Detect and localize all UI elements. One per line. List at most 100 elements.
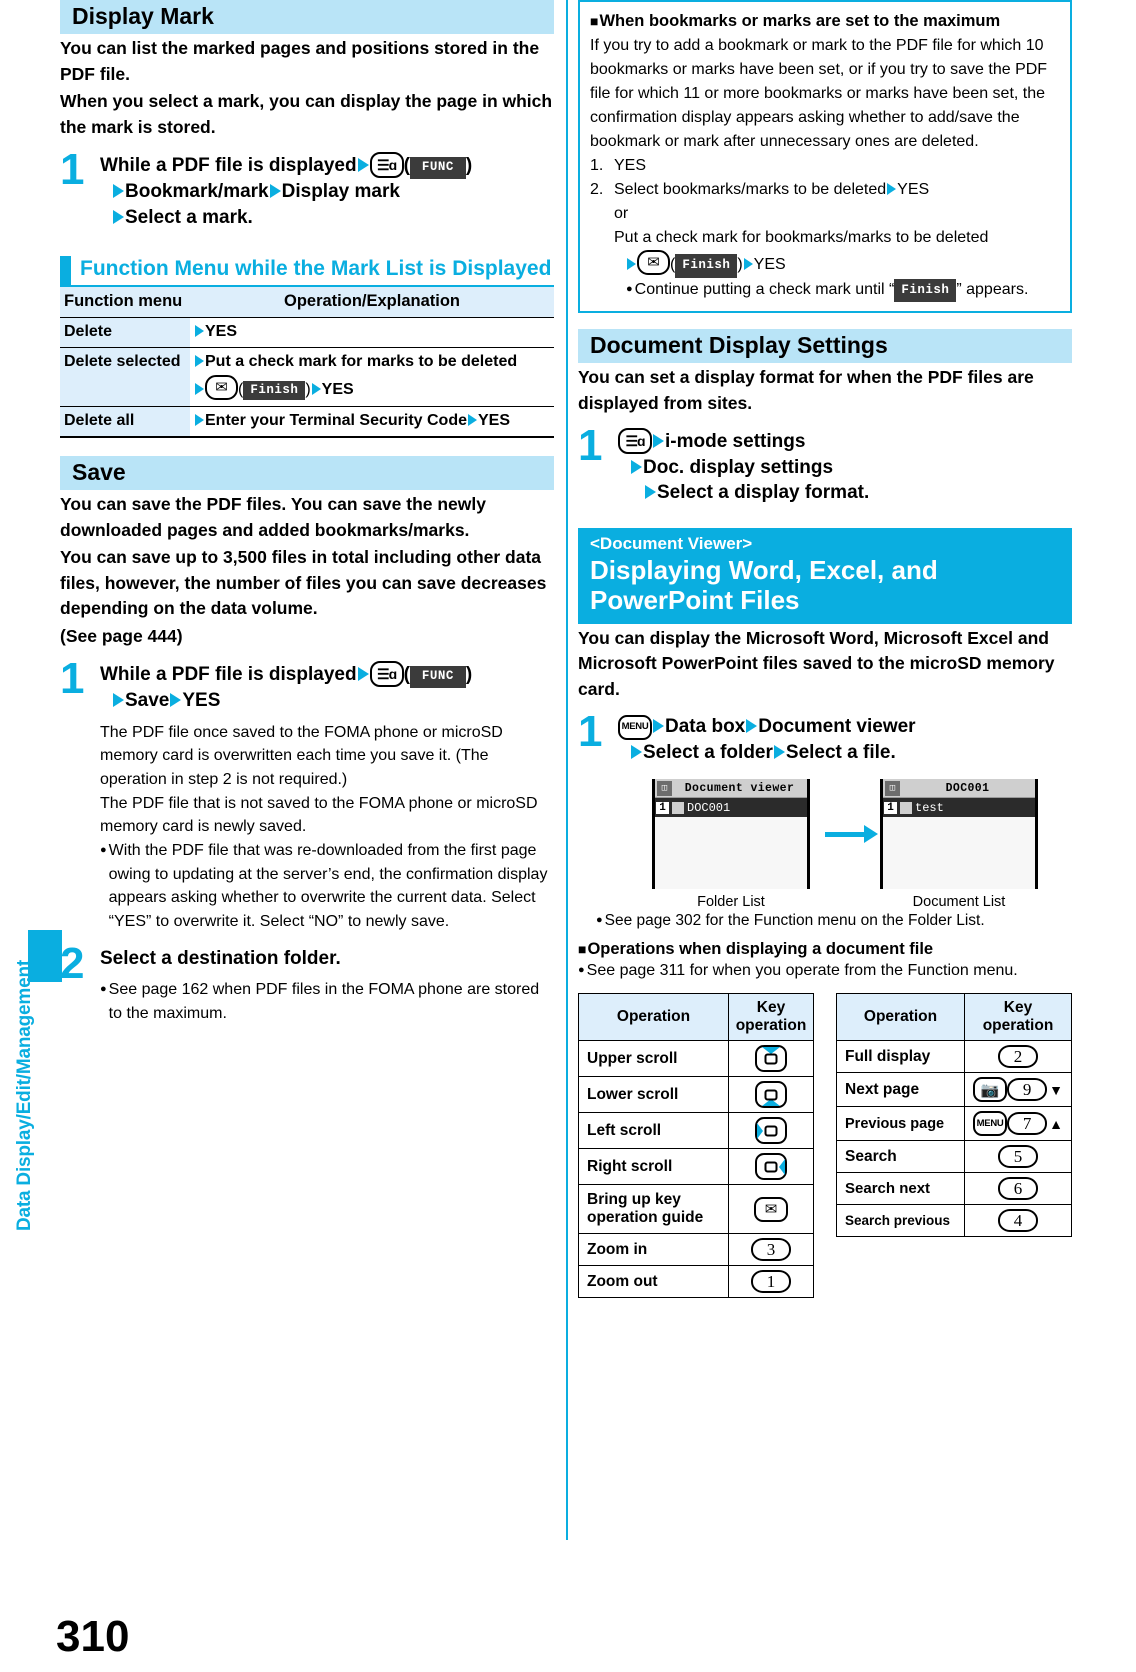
softkey-finish-label: Finish	[675, 253, 738, 278]
step-number: 1	[578, 421, 603, 471]
screen-body: ◫ Document viewer 1 DOC001	[652, 779, 810, 890]
step-lead-text: While a PDF file is displayed	[100, 155, 357, 177]
numeric-key-5-icon: 5	[998, 1145, 1038, 1169]
table-row: Delete all Enter your Terminal Security …	[60, 406, 554, 438]
heading-function-menu-text: Function Menu while the Mark List is Dis…	[80, 256, 552, 280]
down-triangle-icon: ▼	[1049, 1081, 1063, 1098]
list-item-index: 1	[656, 801, 669, 814]
step-option-select-folder: Select a folder	[643, 741, 773, 763]
list-item: 1 DOC001	[655, 798, 807, 818]
screen-title: Document viewer	[684, 781, 795, 795]
save-note-3: With the PDF file that was re-downloaded…	[108, 841, 548, 930]
i-mode-func-key-icon: ☰ɑ	[369, 152, 404, 179]
numeric-key-2-icon: 2	[998, 1045, 1038, 1069]
step-number: 1	[578, 707, 603, 757]
arrow-icon	[887, 182, 897, 195]
cell-key-zoom-in: 3	[728, 1233, 814, 1267]
save-step-2-note: See page 162 when PDF files in the FOMA …	[108, 981, 540, 1022]
callout-or: or	[614, 204, 629, 222]
step-option-select-file: Select a file.	[785, 741, 896, 763]
callout-title-text: When bookmarks or marks are set to the m…	[599, 12, 1001, 30]
list-item-main: Select bookmarks/marks to be deleted	[614, 180, 887, 198]
screen-title-bar: ◫ Document viewer	[655, 779, 807, 799]
arrow-icon	[357, 158, 369, 173]
folder-icon: ◫	[885, 780, 900, 796]
arrow-icon	[195, 413, 204, 426]
camera-key-icon: 📷	[973, 1077, 1008, 1103]
col-header-operation: Operation/Explanation	[190, 286, 554, 318]
heading-title: Displaying Word, Excel, and PowerPoint F…	[590, 554, 938, 615]
arrow-icon	[653, 434, 664, 449]
arrow-icon	[113, 209, 124, 224]
cell-search-next: Search next	[836, 1172, 965, 1206]
callout-alt-text: Put a check mark for bookmarks/marks to …	[614, 228, 989, 246]
callout-body: If you try to add a bookmark or mark to …	[590, 36, 1048, 150]
list-item-number: 2.	[590, 180, 604, 198]
screen-document-list: ◫ DOC001 1 test Document List	[880, 779, 1038, 910]
list-item-label: test	[915, 800, 944, 815]
function-menu-table: Function menu Operation/Explanation Dele…	[60, 286, 554, 438]
cell-key-next-page: 📷 9 ▼	[964, 1072, 1072, 1108]
col-header-function-menu: Function menu	[60, 286, 190, 318]
arrow-icon	[113, 184, 124, 199]
manual-page: Data Display/Edit/Management 310 Display…	[0, 0, 1136, 1672]
see-page-311-note: See page 311 for when you operate from t…	[578, 959, 1072, 983]
i-mode-func-key-icon: ☰ɑ	[618, 428, 652, 455]
bullet-icon	[596, 912, 605, 930]
folder-icon: ◫	[657, 780, 672, 796]
step-option-doc-display-settings: Doc. display settings	[643, 456, 834, 478]
table-header-row: Function menu Operation/Explanation	[60, 286, 554, 318]
arrow-icon	[311, 382, 321, 395]
cell-key-left-scroll	[728, 1112, 814, 1150]
save-step-1-notes: The PDF file once saved to the FOMA phon…	[100, 721, 554, 934]
step-option-i-mode-settings: i-mode settings	[665, 431, 806, 453]
display-mark-intro-2: When you select a mark, you can display …	[60, 91, 553, 137]
col-header-key-operation: Key operation	[728, 993, 814, 1042]
heading-function-menu: Function Menu while the Mark List is Dis…	[60, 255, 554, 287]
up-triangle-icon: ▲	[1049, 1115, 1063, 1132]
doc-display-settings-step-1: 1 ☰ɑ i-mode settings Doc. display setting…	[578, 421, 1072, 505]
softkey-func-label: FUNC	[409, 666, 466, 689]
cell-next-page: Next page	[836, 1072, 965, 1108]
cell-key-operation-guide: Bring up key operation guide	[578, 1184, 729, 1235]
operation-table-left: Operation Key operation Upper scroll Low…	[578, 993, 814, 1299]
cell-lower-scroll: Lower scroll	[578, 1076, 729, 1114]
subheading-operations-text: Operations when displaying a document fi…	[587, 940, 934, 959]
mail-key-icon: ✉	[637, 249, 670, 275]
step-option-select-display-format: Select a display format.	[657, 482, 870, 504]
heading-document-viewer: <Document Viewer> Displaying Word, Excel…	[578, 527, 1072, 624]
screen-body: ◫ DOC001 1 test	[880, 779, 1038, 890]
col-header-key-operation: Key operation	[964, 993, 1072, 1042]
list-item: 1. YES	[590, 154, 1060, 178]
arrow-icon	[627, 257, 636, 270]
save-note-1: The PDF file once saved to the FOMA phon…	[100, 723, 503, 788]
cell-menu-delete-all: Delete all	[60, 406, 190, 438]
cell-key-full-display: 2	[964, 1040, 1072, 1074]
step-option-save: Save	[125, 690, 170, 712]
cell-key-search-previous: 4	[964, 1204, 1072, 1238]
screen-title: DOC001	[945, 781, 990, 795]
list-item: 2. Select bookmarks/marks to be deleted Y…	[590, 178, 1060, 202]
arrow-icon	[468, 413, 477, 426]
see-page-311-text: See page 311 for when you operate from t…	[586, 962, 1018, 980]
arrow-icon	[653, 719, 664, 734]
arrow-icon	[825, 824, 878, 843]
callout-bullet-pre: Continue putting a check mark until “	[634, 280, 895, 298]
menu-key-icon: MENU	[973, 1111, 1008, 1137]
softkey-func-label: FUNC	[409, 157, 466, 180]
save-intro-1: You can save the PDF files. You can save…	[60, 494, 486, 540]
bullet-icon	[100, 839, 109, 934]
operation-table-left-wrap: Operation Key operation Upper scroll Low…	[578, 993, 814, 1299]
cell-op-security-code: Enter your Terminal Security Code	[205, 411, 467, 429]
cell-op-yes: YES	[478, 411, 511, 429]
table-row: Previous page MENU 7 ▲	[836, 1106, 1072, 1142]
col-header-operation: Operation	[578, 993, 729, 1042]
save-step-2-note-wrap: See page 162 when PDF files in the FOMA …	[100, 978, 554, 1025]
cell-op-yes: YES	[321, 380, 354, 398]
cell-key-zoom-out: 1	[728, 1265, 814, 1299]
cell-previous-page: Previous page	[836, 1106, 965, 1142]
subheading-operations: Operations when displaying a document fi…	[578, 940, 1072, 959]
document-viewer-intro: You can display the Microsoft Word, Micr…	[578, 627, 1055, 699]
list-item-number: 1.	[590, 156, 604, 174]
cell-search-previous: Search previous	[836, 1204, 965, 1238]
